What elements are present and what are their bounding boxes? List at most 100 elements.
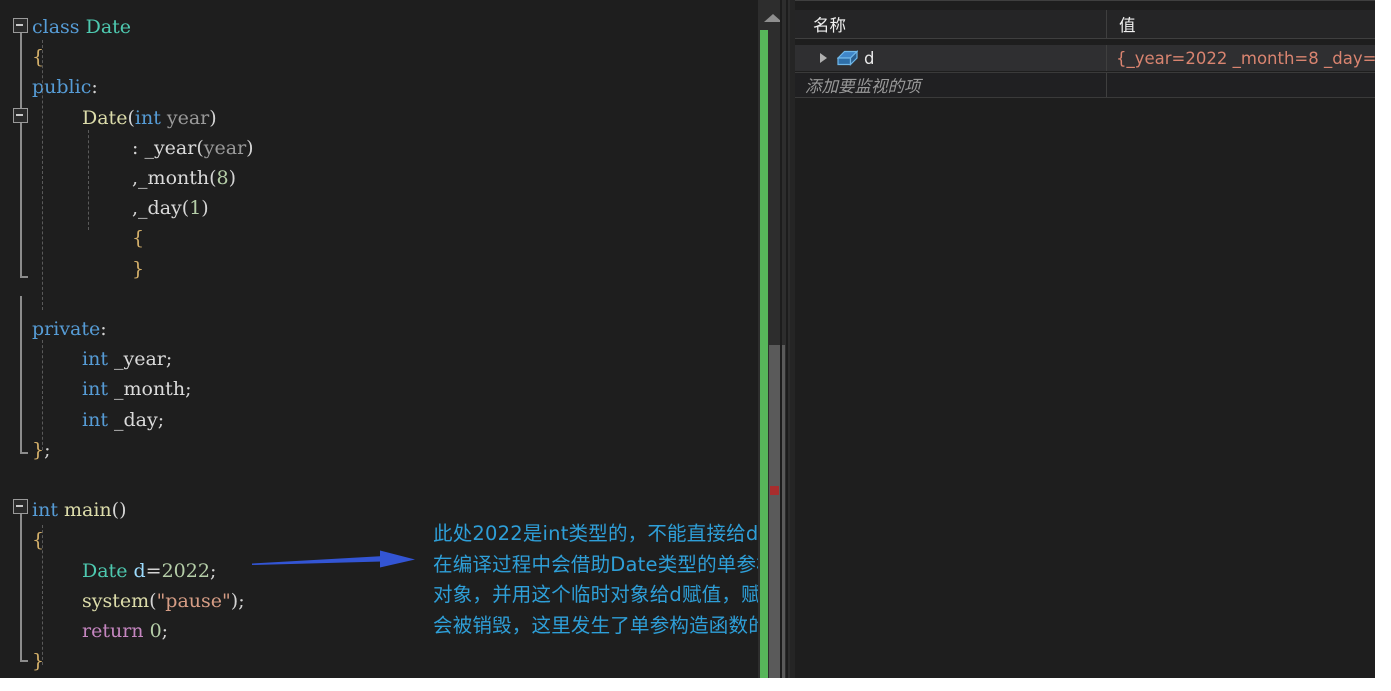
code-token: private <box>32 318 101 340</box>
code-token: Date <box>85 16 132 38</box>
fold-guide-class-lower <box>20 296 22 454</box>
scrollbar-divider <box>786 0 788 678</box>
fold-guide-main-end <box>20 660 28 662</box>
code-line: Date(int year) <box>82 103 217 133</box>
scrollbar-divider <box>780 0 782 678</box>
code-token: ; <box>209 559 217 582</box>
code-token: 2022 <box>161 559 210 582</box>
code-token: public <box>32 76 92 99</box>
watch-row-name-cell[interactable]: d <box>795 45 1107 71</box>
window-right-strip <box>1375 0 1391 691</box>
code-token: ) <box>201 197 209 220</box>
fold-guide-main <box>20 514 22 662</box>
watch-add-item-value-cell[interactable] <box>1107 73 1375 97</box>
watch-row-value-cell[interactable]: {_year=2022 _month=8 _day=1 } <box>1107 45 1375 71</box>
scrollbar-thumb[interactable] <box>769 345 785 678</box>
indent-guide <box>42 40 43 310</box>
code-token: : <box>132 136 145 159</box>
code-token: ) <box>246 136 254 159</box>
code-token: = <box>145 559 162 582</box>
watch-header-value-label: 值 <box>1119 16 1136 35</box>
code-token: ( <box>209 167 217 189</box>
code-token: year <box>160 106 210 129</box>
code-token: "pause" <box>156 589 231 612</box>
code-line: int _month; <box>82 374 191 404</box>
fold-guide-class-end <box>20 276 28 278</box>
visual-studio-debug-window: class Date{public: Date(int year): _year(… <box>0 0 1391 691</box>
watch-variable-value: {_year=2022 _month=8 _day=1 } <box>1116 48 1375 68</box>
code-token: ; <box>157 408 165 431</box>
code-token: _month <box>138 167 210 189</box>
code-token: int <box>82 348 108 371</box>
annotation-arrow-icon <box>252 550 415 568</box>
code-token: _month <box>107 378 186 401</box>
fold-toggle-constructor[interactable] <box>13 108 28 123</box>
watch-window-pane[interactable]: 名称 值 d {_year=2022 _month=8 _day=1 } 添加要… <box>795 0 1375 678</box>
code-token: _day <box>107 408 158 431</box>
watch-column-header-name[interactable]: 名称 <box>795 10 1107 38</box>
code-token: int <box>82 378 108 401</box>
code-token: int <box>82 408 108 431</box>
code-line: system("pause"); <box>82 586 245 616</box>
fold-guide-class <box>20 33 22 278</box>
expander-triangle-icon[interactable] <box>820 53 827 63</box>
code-token: ; <box>238 589 245 612</box>
code-token: ( <box>149 589 157 612</box>
watch-row[interactable]: d {_year=2022 _month=8 _day=1 } <box>795 45 1375 71</box>
code-token: ; <box>185 378 192 401</box>
editor-bottom-strip <box>0 678 758 691</box>
code-line: { <box>132 223 144 253</box>
code-token: d <box>133 559 146 582</box>
code-token: ; <box>161 620 169 642</box>
indent-guide <box>42 525 43 665</box>
code-token: 8 <box>216 167 229 189</box>
arrow-head <box>380 550 415 568</box>
code-line: class Date <box>32 12 131 42</box>
code-line: ,_month(8) <box>132 163 236 193</box>
code-token: int <box>32 499 58 522</box>
code-token: : <box>91 76 98 99</box>
code-line: return 0; <box>82 616 168 646</box>
window-bottom-strip <box>790 678 1391 691</box>
code-token: _day <box>138 197 182 220</box>
code-token: class <box>32 16 86 38</box>
watch-add-item-row[interactable]: 添加要监视的项 <box>795 72 1375 98</box>
indent-guide <box>88 130 89 230</box>
code-token: ( <box>196 136 204 159</box>
code-token: _year <box>107 348 166 371</box>
code-editor-pane[interactable]: class Date{public: Date(int year): _year(… <box>0 0 758 678</box>
code-line: : _year(year) <box>132 133 254 163</box>
fold-guide-class-lower-end <box>20 452 28 454</box>
code-line: int _day; <box>82 405 164 435</box>
code-token: int <box>134 106 161 129</box>
scrollbar-error-marker[interactable] <box>770 486 779 495</box>
watch-header-name-label: 名称 <box>813 16 846 35</box>
code-token: ) <box>228 167 237 189</box>
code-token: 0 <box>149 620 162 642</box>
watch-add-item-placeholder: 添加要监视的项 <box>805 77 921 96</box>
code-line: int _year; <box>82 344 172 374</box>
code-line: Date d=2022; <box>82 556 216 586</box>
watch-variable-name: d <box>864 48 875 68</box>
watch-column-header-value[interactable]: 值 <box>1107 10 1375 38</box>
fold-toggle-main[interactable] <box>13 499 28 514</box>
watch-add-item-name-cell[interactable]: 添加要监视的项 <box>795 73 1107 97</box>
code-token: _year <box>144 136 197 159</box>
code-line: } <box>132 254 144 284</box>
code-token: main <box>64 499 112 522</box>
code-token: ) <box>209 106 217 129</box>
code-line: private: <box>32 314 107 344</box>
code-line: int main() <box>32 495 127 525</box>
code-token: ; <box>44 438 51 461</box>
fold-toggle-class-date[interactable] <box>13 18 28 33</box>
code-token: () <box>111 499 127 522</box>
annotation-text: 此处2022是int类型的，不能直接给d对象赋值，但是编译器 在编译过程中会借助… <box>433 522 758 637</box>
code-token: Date <box>82 106 128 129</box>
scrollbar-change-indicator <box>760 30 768 678</box>
object-box-icon <box>837 50 858 66</box>
indent-guide <box>42 340 43 450</box>
code-token: ; <box>165 348 173 371</box>
code-token: } <box>132 257 145 280</box>
code-token: return <box>82 620 144 642</box>
editor-vertical-scrollbar[interactable] <box>758 0 790 678</box>
